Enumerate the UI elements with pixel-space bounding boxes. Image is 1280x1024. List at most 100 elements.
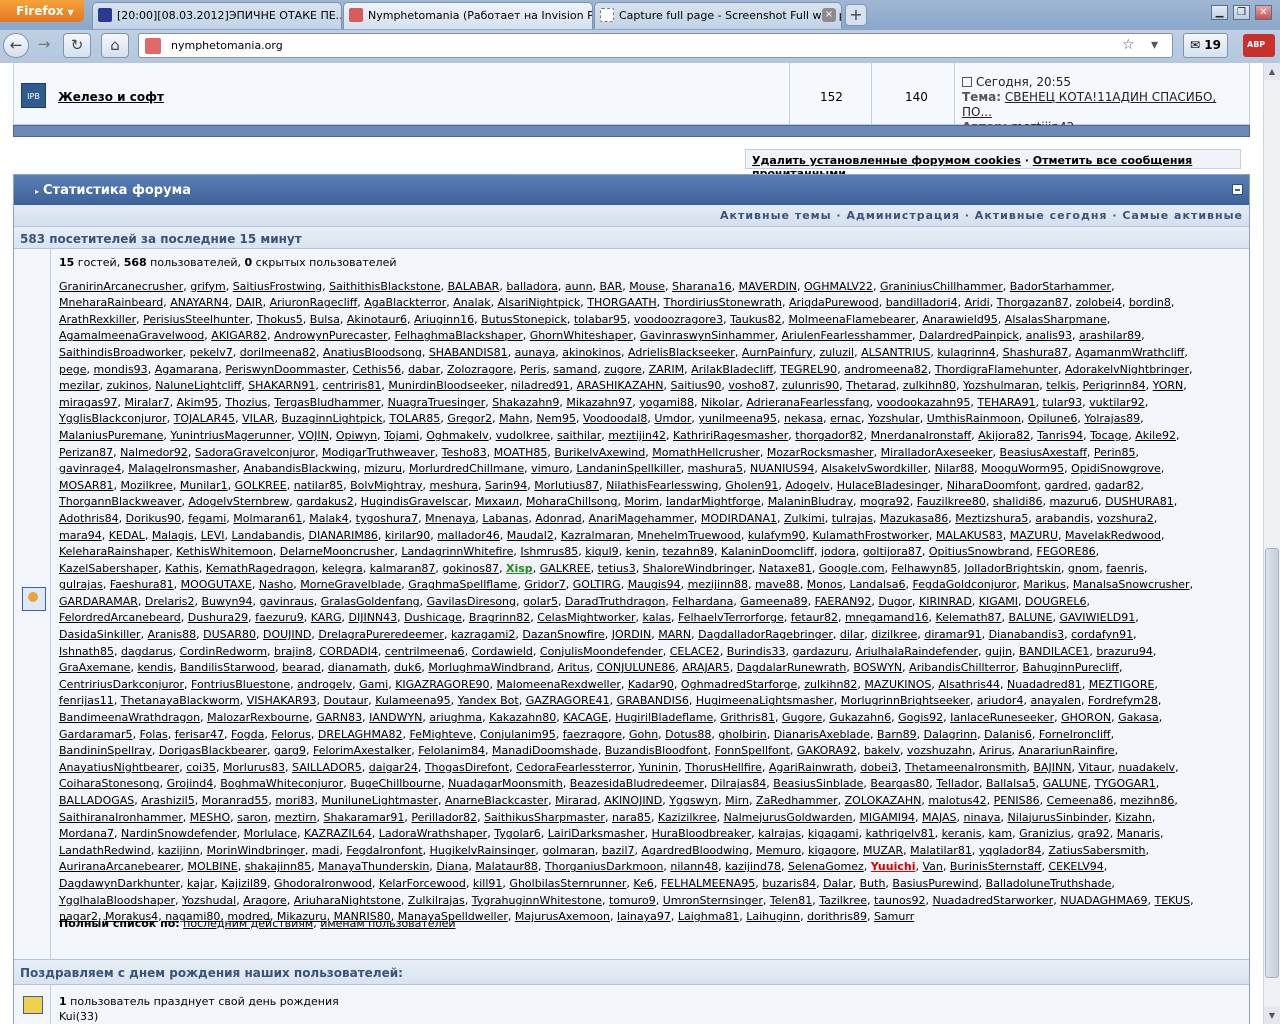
user-link[interactable]: LairiDarksmasher <box>548 827 645 840</box>
user-link[interactable]: Xisp <box>506 562 533 575</box>
user-link[interactable]: ForneIroncliff <box>1039 728 1111 741</box>
back-button[interactable]: ← <box>3 33 29 58</box>
user-link[interactable]: HugikelvRainsinger <box>430 844 536 857</box>
user-link[interactable]: mogra92 <box>860 495 910 508</box>
user-link[interactable]: GralasGoldenfang <box>321 595 420 608</box>
user-link[interactable]: Tellador <box>936 777 979 790</box>
user-link[interactable]: zolobei4 <box>1076 296 1122 309</box>
user-link[interactable]: kelegra <box>322 562 363 575</box>
user-link[interactable]: bakelv <box>864 744 900 757</box>
user-link[interactable]: ManalsaSnowcrusher <box>1073 578 1190 591</box>
user-link[interactable]: Alsathris44 <box>938 678 1000 691</box>
user-link[interactable]: centrilmeena6 <box>385 645 465 658</box>
user-link[interactable]: Vitaur <box>1078 761 1111 774</box>
user-link[interactable]: shalidi86 <box>993 495 1043 508</box>
user-link[interactable]: AlsariNightpick <box>498 296 581 309</box>
user-link[interactable]: Conjulanim95 <box>480 728 556 741</box>
user-link[interactable]: vuktilar92 <box>1089 396 1145 409</box>
user-link[interactable]: CentririusDarkconjuror <box>59 678 184 691</box>
user-link[interactable]: YunintriusMagerunner <box>170 429 291 442</box>
user-link[interactable]: natilar85 <box>294 479 343 492</box>
user-link[interactable]: DrelagraPureredeemer <box>318 628 444 641</box>
user-link[interactable]: ThorganiusDarkmoon <box>545 860 663 873</box>
user-link[interactable]: Aridi <box>965 296 990 309</box>
user-link[interactable]: akinokinos <box>562 346 621 359</box>
user-link[interactable]: gardazuru <box>793 645 849 658</box>
user-link[interactable]: andromeena82 <box>844 363 928 376</box>
user-link[interactable]: miragas97 <box>59 396 118 409</box>
user-link[interactable]: GhornWhiteshaper <box>530 329 633 342</box>
user-link[interactable]: kathrigelv81 <box>866 827 935 840</box>
user-link[interactable]: KIGAZRAGORE90 <box>395 678 489 691</box>
user-link[interactable]: golar5 <box>523 595 558 608</box>
user-link[interactable]: FAERAN92 <box>815 595 872 608</box>
user-link[interactable]: AriuharaNightstone <box>294 894 401 907</box>
user-link[interactable]: KathririRagesmasher <box>673 429 788 442</box>
user-link[interactable]: Nuadadred81 <box>1007 678 1082 691</box>
user-link[interactable]: Mordana7 <box>59 827 114 840</box>
user-link[interactable]: GraniniusChillhammer <box>880 280 1003 293</box>
user-link[interactable]: saron <box>237 811 267 824</box>
user-link[interactable]: Mirarad <box>555 794 597 807</box>
user-link[interactable]: SaithindisBroadworker <box>59 346 183 359</box>
user-link[interactable]: MAVERDIN <box>739 280 797 293</box>
user-link[interactable]: kalrajas <box>758 827 801 840</box>
user-link[interactable]: Labanas <box>482 512 528 525</box>
user-link[interactable]: samand <box>553 363 597 376</box>
user-link[interactable]: CelasMightworker <box>537 611 635 624</box>
scroll-up-arrow-icon[interactable]: ▲ <box>1264 63 1280 80</box>
user-link[interactable]: tolabar95 <box>574 313 627 326</box>
user-link[interactable]: VISHAKAR93 <box>247 694 317 707</box>
user-link[interactable]: DIJINN43 <box>349 611 398 624</box>
user-link[interactable]: madi <box>312 844 340 857</box>
user-link[interactable]: Ishnath85 <box>59 645 114 658</box>
user-link[interactable]: Morim <box>624 495 659 508</box>
user-link[interactable]: kalmaran87 <box>370 562 436 575</box>
user-link[interactable]: dilar <box>840 628 864 641</box>
user-link[interactable]: golmaran <box>542 844 594 857</box>
user-link[interactable]: Miralar7 <box>125 396 170 409</box>
user-link[interactable]: vimuro <box>531 462 569 475</box>
user-link[interactable]: kalas <box>643 611 671 624</box>
user-link[interactable]: AnarneBlackcaster <box>445 794 548 807</box>
user-link[interactable]: Maugis94 <box>628 578 681 591</box>
user-link[interactable]: BandininSpellray <box>59 744 152 757</box>
user-link[interactable]: MalaniusPuremane <box>59 429 163 442</box>
user-link[interactable]: kirilar90 <box>385 529 430 542</box>
user-link[interactable]: BandilisStarwood <box>180 661 275 674</box>
user-link[interactable]: Dalar <box>823 877 853 890</box>
user-link[interactable]: MneharaRainbeard <box>59 296 163 309</box>
user-link[interactable]: DUSHURA81 <box>1105 495 1174 508</box>
user-link[interactable]: ANAYARN4 <box>170 296 229 309</box>
user-link[interactable]: PENIS86 <box>994 794 1040 807</box>
user-link[interactable]: PerisiusSteelhunter <box>143 313 249 326</box>
user-link[interactable]: Aritus <box>557 661 589 674</box>
list-by-names-link[interactable]: именам пользователей <box>320 917 455 930</box>
user-link[interactable]: UmronSternsinger <box>663 894 763 907</box>
user-link[interactable]: buzaris84 <box>762 877 816 890</box>
user-link[interactable]: NardinSnowdefender <box>121 827 237 840</box>
user-link[interactable]: Gohn <box>629 728 658 741</box>
user-link[interactable]: Kadar90 <box>628 678 674 691</box>
firefox-menu-button[interactable]: Firefox ▼ <box>0 0 84 22</box>
user-link[interactable]: SaithithisBlackstone <box>329 280 440 293</box>
user-link[interactable]: AlsakelvSwordkiller <box>821 462 927 475</box>
user-link[interactable]: CEKELV94 <box>1048 860 1103 873</box>
user-link[interactable]: Malataur88 <box>475 860 538 873</box>
user-link[interactable]: ManayaThunderskin <box>318 860 429 873</box>
user-link[interactable]: Felolanim84 <box>418 744 485 757</box>
user-link[interactable]: Thokus5 <box>257 313 303 326</box>
user-link[interactable]: Drelaris2 <box>145 595 195 608</box>
user-link[interactable]: gardakus2 <box>296 495 354 508</box>
user-link[interactable]: NalmejurusGoldwarden <box>724 811 853 824</box>
user-link[interactable]: Sharana16 <box>672 280 732 293</box>
user-link[interactable]: Marikus <box>1023 578 1066 591</box>
user-link[interactable]: MnerdanaIronstaff <box>871 429 972 442</box>
user-link[interactable]: niladred91 <box>511 379 570 392</box>
user-link[interactable]: Kathis <box>165 562 199 575</box>
reload-button[interactable]: ↻ <box>63 33 91 58</box>
user-link[interactable]: thorgador82 <box>795 429 863 442</box>
user-link[interactable]: DalardredPainpick <box>919 329 1019 342</box>
user-link[interactable]: GraghmaSpellflame <box>408 578 517 591</box>
user-link[interactable]: BuzaginnLightpick <box>281 412 382 425</box>
